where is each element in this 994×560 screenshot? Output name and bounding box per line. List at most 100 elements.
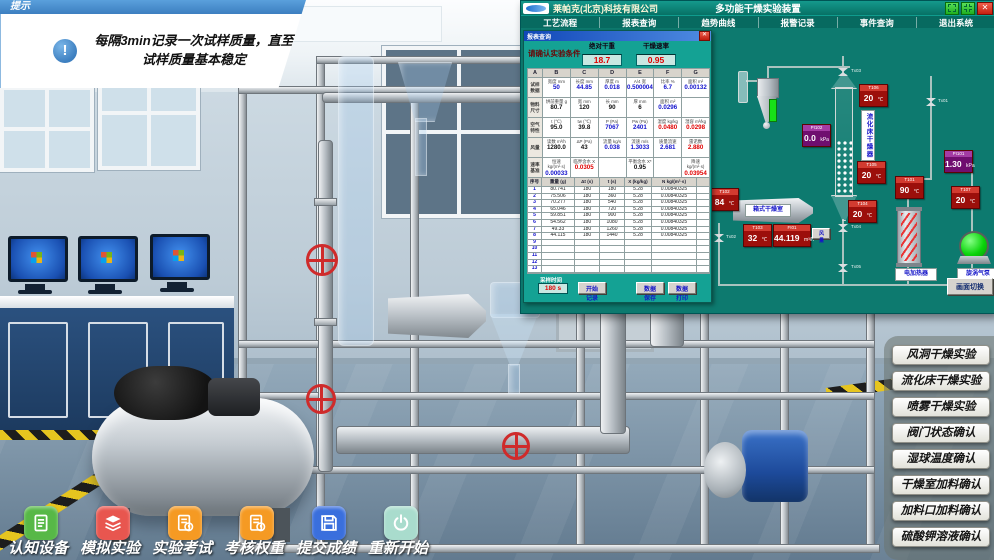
confirm-text: 请确认实验条件 — [524, 50, 582, 58]
toolbar-item-submit-score[interactable]: 提交成绩 — [290, 504, 362, 558]
task-button[interactable]: 喷雾干燥实验 — [892, 397, 990, 417]
pipe — [718, 223, 720, 285]
scada-titlebar: 莱帕克(北京)科技有限公司 多功能干燥实验装置 ✕ — [521, 1, 994, 15]
valve-tag: Tx01 — [938, 98, 948, 103]
data-print-button[interactable]: 数据打印 — [668, 282, 696, 294]
table-row: 13 — [528, 266, 709, 272]
table-row: 4 65.046 180 720 5.28 0.00840325 — [528, 207, 709, 213]
table-row: 1 80.741 180 180 5.28 0.00840325 — [528, 187, 709, 193]
company-name: 莱帕克(北京)科技有限公司 — [553, 2, 658, 15]
save-floppy-icon — [312, 506, 346, 540]
report-table: ABCDEFG 试样 数据 宽度 mm50 长度 mm44.85 厚度 m0.0… — [527, 68, 710, 274]
valve-tag: Tx02 — [726, 234, 736, 239]
monitor-screen — [150, 234, 210, 280]
toolbar-item-weights[interactable]: 考核权重 — [218, 504, 290, 558]
monitor-screen — [8, 236, 68, 282]
valve-tag: Tx05 — [851, 264, 861, 269]
condition-strip: 请确认实验条件 绝对干重18.7 干燥速率0.95 — [524, 41, 711, 67]
task-button[interactable]: 湿球温度确认 — [892, 449, 990, 469]
menu-item[interactable]: 趋势曲线 — [679, 17, 758, 29]
menu-item[interactable]: 退出系统 — [917, 17, 994, 29]
pump-base — [957, 256, 991, 264]
task-button[interactable]: 硫酸钾溶液确认 — [892, 527, 990, 547]
menu-item[interactable]: 事件查询 — [838, 17, 917, 29]
bottom-toolbar: 认知设备 模拟实验 实验考试 考核权重 提交成绩 — [2, 504, 447, 558]
sample-time-value: 180 s — [538, 283, 568, 294]
task-button[interactable]: 加料口加料确认 — [892, 501, 990, 521]
toolbar-item-restart[interactable]: 重新开始 — [362, 504, 434, 558]
task-button[interactable]: 干燥室加料确认 — [892, 475, 990, 495]
hint-box: 提示 ! 每隔3min记录一次试样质量，直至试样质量基本稳定 — [0, 0, 306, 88]
pressure-display-pi101: PI1011.30 kPa — [944, 150, 973, 173]
scada-body: 流化床干燥器 箱式干燥室 电加热器 旋涡气泵 Tx03 Tx01 Tx02 Tx… — [521, 28, 994, 313]
monitor — [8, 236, 62, 294]
fan-button[interactable]: 风量 — [812, 228, 830, 239]
hint-tab: 提示 — [0, 0, 306, 14]
menu-item[interactable]: 报警记录 — [759, 17, 838, 29]
temp-display-t104: T10420 ℃ — [848, 200, 877, 223]
maximize-icon[interactable] — [945, 2, 959, 15]
task-button[interactable]: 阀门状态确认 — [892, 423, 990, 443]
valve-wheel[interactable] — [306, 384, 336, 414]
hint-text: 每隔3min记录一次试样质量，直至试样质量基本稳定 — [91, 32, 297, 70]
table-row: 7 49.33 180 1260 5.28 0.00840325 — [528, 227, 709, 233]
fluid-bed-label: 流化床干燥器 — [861, 110, 875, 161]
cyclone-separator — [757, 78, 779, 98]
pipe — [718, 284, 973, 286]
flow-indicator — [769, 99, 777, 122]
rate-label: 干燥速率 — [636, 40, 676, 50]
param-row: 物料 尺寸 烘前重量 g80.7 宽 mm120 长 mm90 厚 mm6 面积… — [528, 98, 709, 117]
table-row: 11 — [528, 253, 709, 259]
menu-item[interactable]: 报表查询 — [600, 17, 679, 29]
param-row: 试样 数据 宽度 mm50 长度 mm44.85 厚度 m0.018 A/4 宽… — [528, 78, 709, 97]
pressure-display-pi102: PI1020.0 kPa — [802, 124, 831, 147]
monitor-screen — [78, 236, 138, 282]
scada-window: 莱帕克(北京)科技有限公司 多功能干燥实验装置 ✕ 工艺流程报表查询趋势曲线报警… — [520, 0, 994, 314]
glass-cyclone-outlet — [508, 364, 520, 394]
fluid-bed-dryer — [835, 87, 853, 197]
bench-countertop — [0, 296, 234, 308]
param-row: 空气 特性 t (℃)95.0 tw (℃)39.8 P (Pa)7067 Pw… — [528, 118, 709, 137]
valve-tag: Tx04 — [851, 224, 861, 229]
toolbar-item-exam[interactable]: 实验考试 — [146, 504, 218, 558]
temp-display-t101: T10190 ℃ — [895, 176, 924, 199]
valve-wheel[interactable] — [306, 244, 338, 276]
table-row: 10 — [528, 246, 709, 252]
abs-dry-value: 18.7 — [582, 54, 622, 66]
valve-wheel[interactable] — [502, 432, 530, 460]
air-receiver-tank — [92, 398, 314, 516]
column-header-row: ABCDEFG — [528, 69, 709, 77]
task-menu: 风洞干燥实验流化床干燥实验喷雾干燥实验阀门状态确认湿球温度确认干燥室加料确认加料… — [884, 336, 994, 560]
heater-label: 电加热器 — [895, 268, 937, 281]
info-icon: ! — [53, 39, 77, 63]
task-button[interactable]: 风洞干燥实验 — [892, 345, 990, 365]
restore-icon[interactable] — [961, 2, 975, 15]
heater-coil — [901, 213, 917, 261]
elbow-pipe — [600, 300, 626, 434]
task-button[interactable]: 流化床干燥实验 — [892, 371, 990, 391]
table-row: 12 — [528, 260, 709, 266]
start-record-button[interactable]: 开始记录 — [578, 282, 606, 294]
pipe-flange — [314, 198, 337, 206]
screen-switch-button[interactable]: 画面切换 — [947, 278, 993, 295]
temp-display-t106: T10620 ℃ — [859, 84, 888, 107]
toolbar-item-sim-experiment[interactable]: 模拟实验 — [74, 504, 146, 558]
abs-dry-label: 绝对干重 — [582, 40, 622, 50]
flow-display-fi01: FI0144.119 m³/h — [773, 224, 811, 247]
layers-icon — [96, 506, 130, 540]
compressor-motor — [208, 378, 260, 416]
close-icon[interactable]: ✕ — [977, 2, 993, 15]
table-row: 3 70.277 180 540 5.28 0.00840325 — [528, 200, 709, 206]
wall-window — [0, 86, 94, 172]
app-window: 提示 ! 每隔3min记录一次试样质量，直至试样质量基本稳定 莱帕克(北京)科技… — [0, 0, 994, 560]
menu-item[interactable]: 工艺流程 — [521, 17, 600, 29]
frame-bar — [238, 340, 875, 348]
riser-pipe — [318, 140, 333, 472]
toolbar-item-know-device[interactable]: 认知设备 — [2, 504, 74, 558]
close-icon[interactable]: ✕ — [699, 31, 710, 41]
report-footer: 采样时间 180 s 开始记录 数据保存 数据打印 — [524, 276, 711, 300]
temp-display-t103: T10332 ℃ — [743, 224, 772, 247]
data-save-button[interactable]: 数据保存 — [636, 282, 664, 294]
valve-tag: Tx03 — [851, 68, 861, 73]
report-window: 报表查询 ✕ 请确认实验条件 绝对干重18.7 干燥速率0.95 ABCDEFG… — [523, 30, 712, 303]
